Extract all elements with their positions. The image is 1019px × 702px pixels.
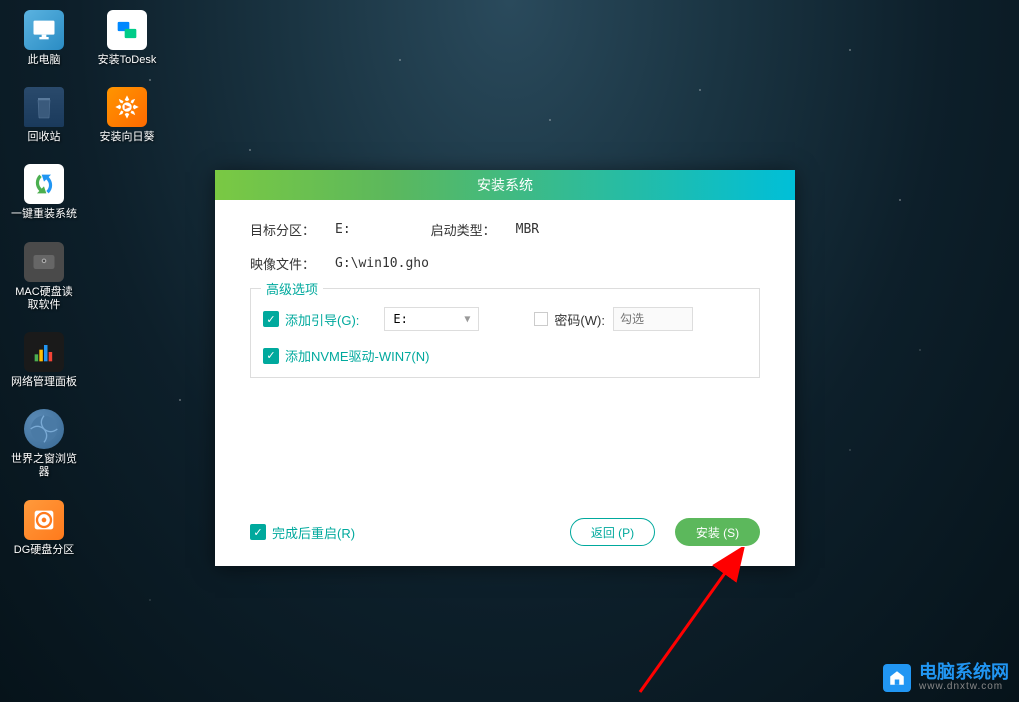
add-nvme-checkbox[interactable]: ✓ xyxy=(263,348,279,364)
icon-label: 网络管理面板 xyxy=(11,376,77,389)
sunflower-icon xyxy=(107,87,147,127)
back-button[interactable]: 返回 (P) xyxy=(570,518,655,546)
chevron-down-icon: ▼ xyxy=(464,314,470,325)
advanced-options-fieldset: 高级选项 ✓ 添加引导(G): E: ▼ 密码(W): ✓ 添加NVME驱动-W… xyxy=(250,288,760,378)
add-boot-label[interactable]: 添加引导(G): xyxy=(285,310,359,329)
desktop-icon-sunflower[interactable]: 安装向日葵 xyxy=(93,87,161,144)
dg-disk-icon xyxy=(24,500,64,540)
icon-label: 世界之窗浏览器 xyxy=(10,453,78,479)
password-checkbox[interactable] xyxy=(534,312,548,326)
icon-label: 一键重装系统 xyxy=(11,208,77,221)
watermark: 电脑系统网 www.dnxtw.com xyxy=(883,663,1009,692)
restart-after-label[interactable]: 完成后重启(R) xyxy=(272,523,355,542)
desktop-icon-mac-disk[interactable]: MAC硬盘读取软件 xyxy=(10,242,78,312)
desktop-icon-network-panel[interactable]: 网络管理面板 xyxy=(10,332,78,389)
icon-label: 此电脑 xyxy=(28,54,61,67)
target-partition-label: 目标分区： xyxy=(250,220,335,239)
password-label[interactable]: 密码(W): xyxy=(554,310,605,329)
mac-disk-icon xyxy=(24,242,64,282)
icon-label: 安装ToDesk xyxy=(98,54,157,67)
dialog-title: 安装系统 xyxy=(477,175,533,195)
annotation-arrow xyxy=(630,547,770,697)
todesk-icon xyxy=(107,10,147,50)
desktop-icon-world-browser[interactable]: 世界之窗浏览器 xyxy=(10,409,78,479)
add-nvme-label[interactable]: 添加NVME驱动-WIN7(N) xyxy=(285,346,429,365)
watermark-logo-icon xyxy=(883,664,911,692)
desktop-icon-recycle-bin[interactable]: 回收站 xyxy=(10,87,78,144)
restart-after-checkbox[interactable]: ✓ xyxy=(250,524,266,540)
pc-icon xyxy=(24,10,64,50)
network-icon xyxy=(24,332,64,372)
desktop-icon-this-pc[interactable]: 此电脑 xyxy=(10,10,78,67)
icon-label: 回收站 xyxy=(28,131,61,144)
image-file-label: 映像文件： xyxy=(250,254,335,273)
desktop-icon-todesk[interactable]: 安装ToDesk xyxy=(93,10,161,67)
install-button[interactable]: 安装 (S) xyxy=(675,518,760,546)
boot-type-label: 启动类型： xyxy=(431,220,516,239)
desktop-icon-dg-disk[interactable]: DG硬盘分区 xyxy=(10,500,78,557)
icon-label: MAC硬盘读取软件 xyxy=(10,286,78,312)
reinstall-icon xyxy=(24,164,64,204)
target-partition-value: E: xyxy=(335,222,351,237)
dropdown-value: E: xyxy=(393,312,407,326)
watermark-url: www.dnxtw.com xyxy=(919,681,1009,692)
install-system-dialog: 安装系统 目标分区： E: 启动类型： MBR 映像文件： G:\win10.g… xyxy=(215,170,795,566)
boot-type-value: MBR xyxy=(516,222,539,237)
add-boot-drive-dropdown[interactable]: E: ▼ xyxy=(384,307,479,331)
icon-label: DG硬盘分区 xyxy=(14,544,75,557)
globe-icon xyxy=(24,409,64,449)
password-input[interactable] xyxy=(613,307,693,331)
desktop-icon-reinstall[interactable]: 一键重装系统 xyxy=(10,164,78,221)
add-boot-checkbox[interactable]: ✓ xyxy=(263,311,279,327)
icon-label: 安装向日葵 xyxy=(100,131,155,144)
image-file-value: G:\win10.gho xyxy=(335,256,429,271)
recycle-bin-icon xyxy=(24,87,64,127)
dialog-title-bar[interactable]: 安装系统 xyxy=(215,170,795,200)
advanced-options-legend: 高级选项 xyxy=(261,279,323,298)
watermark-title: 电脑系统网 xyxy=(919,663,1009,681)
